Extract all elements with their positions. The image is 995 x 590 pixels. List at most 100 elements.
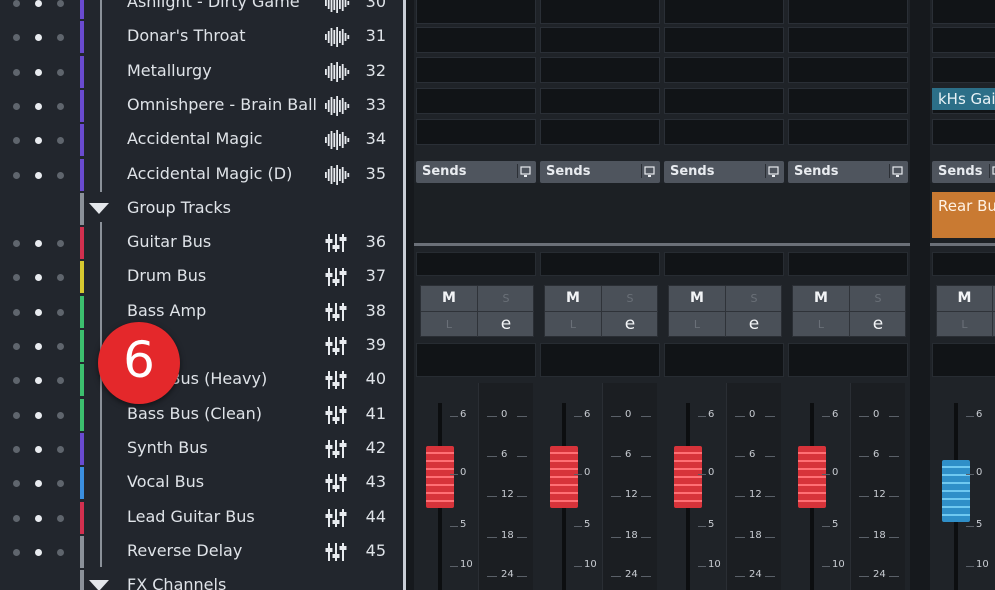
volume-fader-handle[interactable] [426,446,454,508]
track-record-dot[interactable] [57,411,64,419]
insert-slot[interactable] [664,27,784,53]
send-destination-tag[interactable]: Rear Bus [932,192,995,238]
edit-channel-button[interactable]: e [601,311,658,337]
track-row[interactable]: DI39 [0,329,403,363]
track-row[interactable]: Omnishpere - Brain Ball 33 [0,89,403,123]
insert-slot[interactable] [664,119,784,145]
track-record-dot[interactable] [57,514,64,522]
track-mute-dot[interactable] [13,68,20,76]
mute-button[interactable]: M [421,286,477,311]
edit-channel-button[interactable]: e [477,311,534,337]
sends-menu-icon[interactable] [989,164,995,178]
track-mute-dot[interactable] [13,308,20,316]
channel-name-slot[interactable] [932,252,995,276]
solo-button[interactable]: S [601,286,658,311]
track-solo-dot[interactable] [35,308,42,316]
channel-name-slot[interactable] [664,252,784,276]
sends-header[interactable]: Sends [540,161,660,183]
channel-name-slot[interactable] [788,252,908,276]
track-solo-dot[interactable] [35,34,42,42]
track-mute-dot[interactable] [13,102,20,110]
track-record-dot[interactable] [57,68,64,76]
routing-slot[interactable] [664,343,784,377]
insert-slot[interactable] [788,88,908,114]
insert-slot[interactable] [932,27,995,53]
track-row[interactable]: Donar's Throat 31 [0,20,403,54]
insert-slot[interactable] [540,57,660,83]
insert-plugin-tag[interactable]: kHs Gain [932,88,995,110]
track-record-dot[interactable] [57,445,64,453]
channel-name-slot[interactable] [540,252,660,276]
sends-header[interactable]: Sends [416,161,536,183]
insert-slot[interactable] [416,57,536,83]
track-record-dot[interactable] [57,171,64,179]
insert-slot[interactable] [932,57,995,83]
track-record-dot[interactable] [57,0,64,7]
listen-button[interactable]: L [793,311,849,337]
solo-button[interactable]: S [725,286,782,311]
mute-button[interactable]: M [937,286,992,311]
edit-channel-button[interactable]: e [849,311,906,337]
insert-slot[interactable] [788,119,908,145]
track-record-dot[interactable] [57,34,64,42]
track-solo-dot[interactable] [35,102,42,110]
track-record-dot[interactable] [57,377,64,385]
track-record-dot[interactable] [57,102,64,110]
insert-slot[interactable] [540,27,660,53]
mute-button[interactable]: M [545,286,601,311]
insert-slot[interactable] [416,27,536,53]
channel-name-slot[interactable] [416,252,536,276]
track-row[interactable]: Reverse Delay 45 [0,535,403,569]
track-record-dot[interactable] [57,480,64,488]
track-solo-dot[interactable] [35,0,42,7]
track-row[interactable]: Guitar Bus 36 [0,226,403,260]
edit-channel-button[interactable]: e [725,311,782,337]
track-row[interactable]: Bass Bus (Clean) 41 [0,398,403,432]
track-solo-dot[interactable] [35,274,42,282]
track-mute-dot[interactable] [13,171,20,179]
volume-fader-handle[interactable] [798,446,826,508]
mute-button[interactable]: M [669,286,725,311]
insert-slot[interactable] [664,88,784,114]
insert-slot[interactable] [932,119,995,145]
track-solo-dot[interactable] [35,137,42,145]
mute-button[interactable]: M [793,286,849,311]
insert-slot[interactable] [664,0,784,24]
listen-button[interactable]: L [545,311,601,337]
sends-header[interactable]: Sends [932,161,995,183]
routing-slot[interactable] [416,343,536,377]
volume-fader-handle[interactable] [550,446,578,508]
listen-button[interactable]: L [669,311,725,337]
routing-slot[interactable] [788,343,908,377]
track-row[interactable]: Vocal Bus 43 [0,466,403,500]
track-row[interactable]: Synth Bus 42 [0,432,403,466]
track-row[interactable]: Accidental Magic (D) 35 [0,158,403,192]
folder-collapse-icon[interactable] [89,202,109,214]
folder-collapse-icon[interactable] [89,580,109,590]
track-row[interactable]: Ashlight - Dirty Game 30 [0,0,403,20]
track-mute-dot[interactable] [13,274,20,282]
track-mute-dot[interactable] [13,343,20,350]
sends-menu-icon[interactable] [889,164,904,178]
insert-slot[interactable] [788,57,908,83]
track-mute-dot[interactable] [13,137,20,145]
track-row[interactable]: Metallurgy 32 [0,55,403,89]
sends-header[interactable]: Sends [664,161,784,183]
folder-track-row[interactable]: FX Channels [0,569,403,590]
track-solo-dot[interactable] [35,240,42,248]
track-solo-dot[interactable] [35,411,42,419]
insert-slot[interactable] [788,27,908,53]
volume-fader-handle[interactable] [674,446,702,508]
solo-button[interactable]: S [477,286,534,311]
track-record-dot[interactable] [57,240,64,248]
track-solo-dot[interactable] [35,445,42,453]
volume-fader-handle[interactable] [942,460,970,522]
track-mute-dot[interactable] [13,514,20,522]
track-record-dot[interactable] [57,308,64,316]
track-record-dot[interactable] [57,343,64,350]
sends-header[interactable]: Sends [788,161,908,183]
track-solo-dot[interactable] [35,548,42,556]
track-solo-dot[interactable] [35,514,42,522]
track-solo-dot[interactable] [35,68,42,76]
track-mute-dot[interactable] [13,480,20,488]
